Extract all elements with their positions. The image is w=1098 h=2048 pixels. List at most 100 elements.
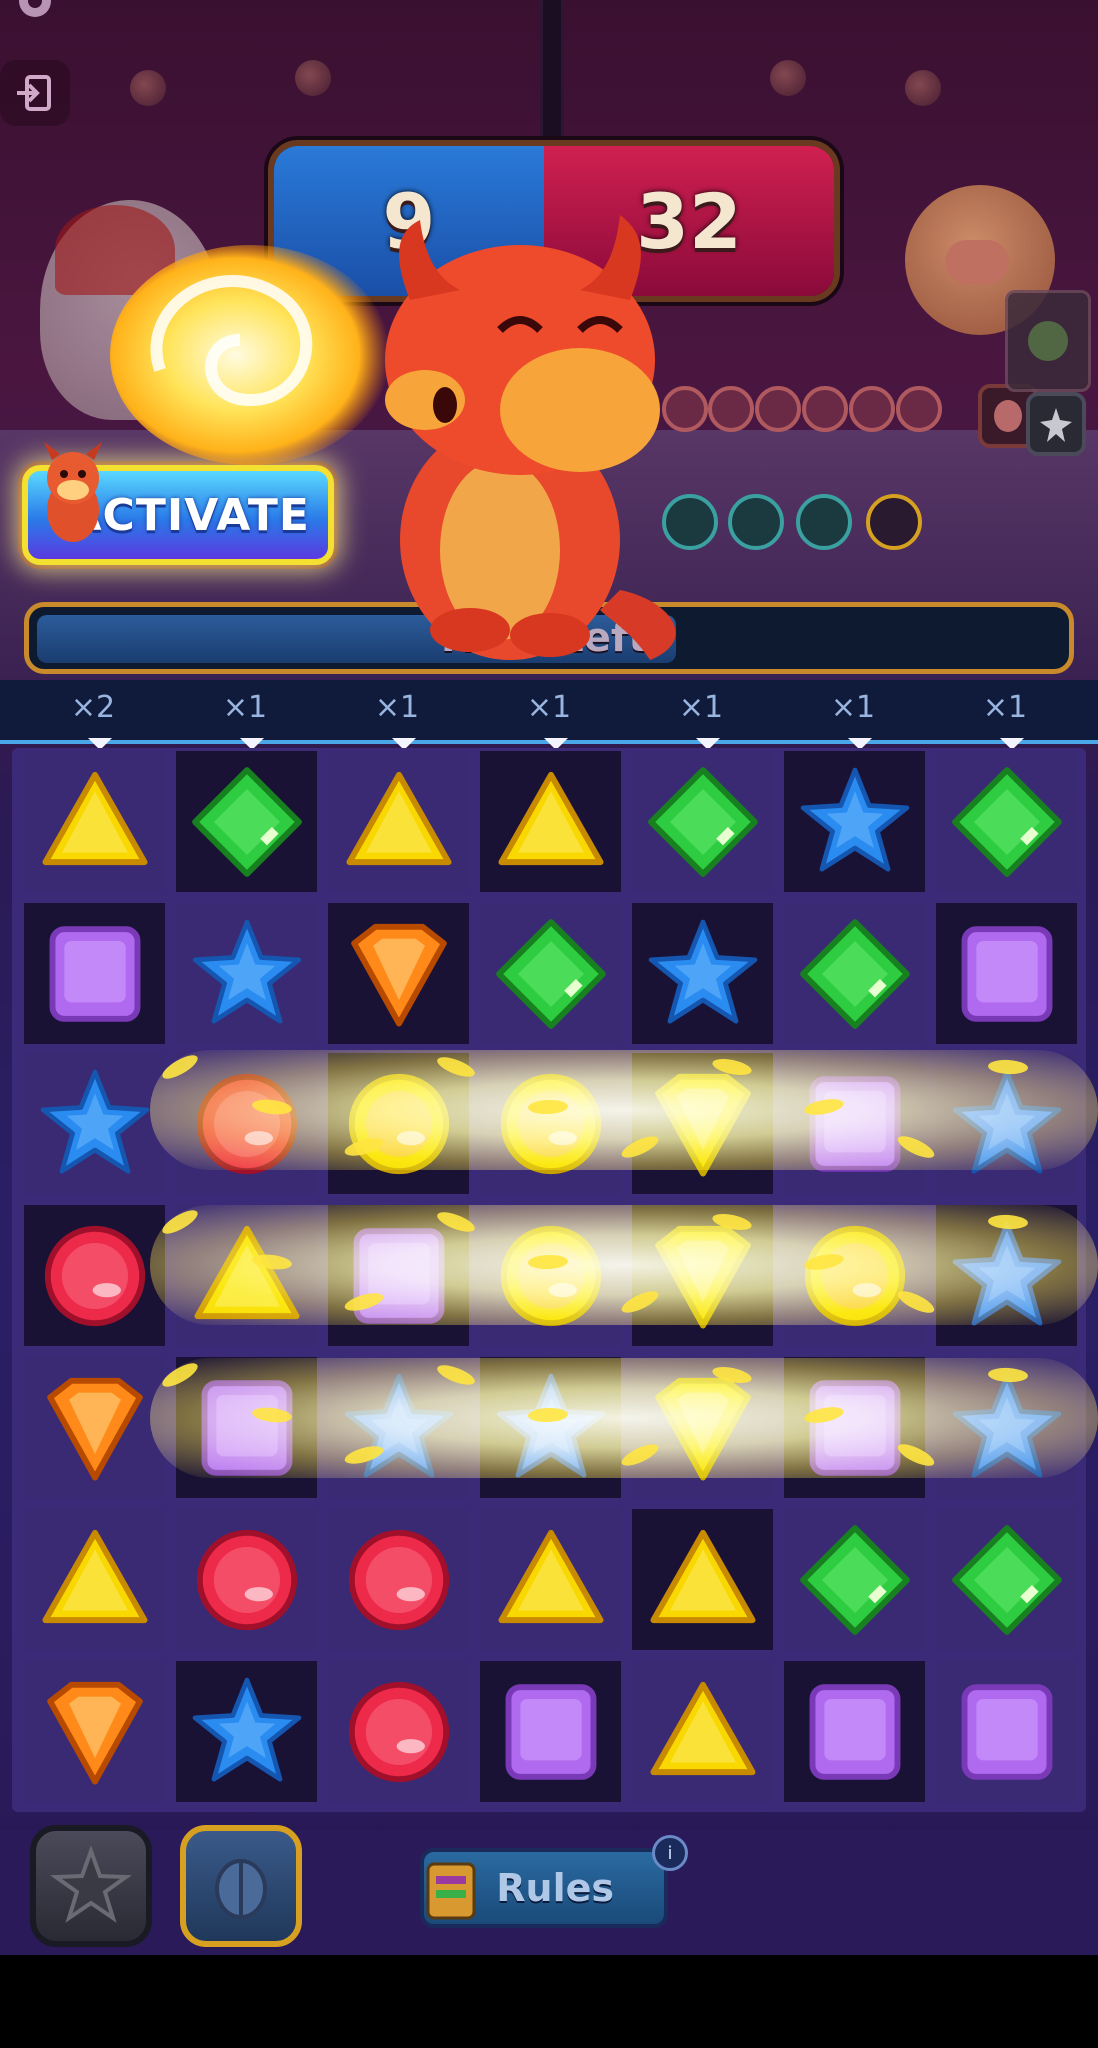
gem-cell[interactable] [176,903,317,1044]
column-multiplier-6: ×1 [830,690,876,725]
rules-book-icon [426,1862,476,1920]
triangle-yellow-gem-icon [497,1529,604,1623]
star-burst-powerup-button[interactable] [30,1825,152,1947]
gem-cell[interactable] [480,1205,621,1346]
gem-cell[interactable] [328,1053,469,1194]
rules-info-button[interactable]: i [652,1835,688,1871]
gem-cell[interactable] [328,1509,469,1650]
gem-cell[interactable] [176,1053,317,1194]
diamond-green-gem-icon [799,1524,910,1635]
gem-cell[interactable] [784,751,925,892]
circle-red-gem-icon [196,1073,297,1174]
square-purple-gem-icon [353,1227,444,1324]
column-multiplier-1: ×2 [70,690,116,725]
time-left-bar: Time Left: [24,602,1074,674]
gem-cell[interactable] [328,903,469,1044]
settings-button[interactable] [0,0,70,30]
gem-cell[interactable] [784,903,925,1044]
gem-cell[interactable] [480,751,621,892]
circle-red-gem-icon [44,1225,145,1326]
gem-cell[interactable] [480,1053,621,1194]
gem-cell[interactable] [176,751,317,892]
power-charge-dot [662,494,718,550]
opponent-score-panel: 32 [544,146,834,296]
gem-cell[interactable] [480,1509,621,1650]
gem-cell[interactable] [784,1205,925,1346]
power-charge-dot [796,494,852,550]
opponent-progress-dot [662,386,708,432]
star-blue-gem-icon [344,1373,453,1478]
exit-button[interactable] [0,60,70,126]
gem-cell[interactable] [632,1205,773,1346]
shield-yellow-gem-icon [654,1377,751,1481]
square-purple-gem-icon [809,1075,900,1172]
gem-cell[interactable] [632,1509,773,1650]
gem-cell[interactable] [176,1205,317,1346]
gem-cell[interactable] [632,1357,773,1498]
gem-cell[interactable] [936,1053,1077,1194]
shield-orange-gem-icon [46,1377,143,1481]
diamond-green-gem-icon [495,918,606,1029]
star-blue-gem-icon [952,1069,1061,1174]
rules-button[interactable]: Rules [420,1848,668,1928]
gem-cell[interactable] [24,1509,165,1650]
mini-dragon-icon [44,442,102,542]
triangle-yellow-gem-icon [41,771,148,865]
star-blue-gem-icon [648,919,757,1024]
triangle-yellow-gem-icon [193,1225,300,1319]
triangle-yellow-gem-icon [649,1681,756,1775]
gem-cell[interactable] [328,1357,469,1498]
gem-cell[interactable] [328,1205,469,1346]
gem-cell[interactable] [632,1661,773,1802]
scarab-powerup-button[interactable] [180,1825,302,1947]
player-score: 9 [382,176,436,266]
square-purple-gem-icon [961,925,1052,1022]
gem-cell[interactable] [24,1053,165,1194]
gem-cell[interactable] [784,1053,925,1194]
gem-cell[interactable] [480,1357,621,1498]
opponent-card-stack [1005,290,1091,392]
gem-cell[interactable] [784,1509,925,1650]
gem-cell[interactable] [936,1661,1077,1802]
gem-cell[interactable] [936,751,1077,892]
opponent-character-snout [945,240,1009,284]
gem-cell[interactable] [24,903,165,1044]
gem-cell[interactable] [328,1661,469,1802]
gem-cell[interactable] [328,751,469,892]
gem-cell[interactable] [176,1661,317,1802]
gem-cell[interactable] [176,1509,317,1650]
circle-yellow-gem-icon [804,1225,905,1326]
square-purple-gem-icon [961,1683,1052,1780]
circle-yellow-gem-icon [500,1225,601,1326]
gem-cell[interactable] [632,1053,773,1194]
star-blue-gem-icon [800,767,909,872]
opponent-progress-dot [896,386,942,432]
square-purple-gem-icon [809,1379,900,1476]
info-label: i [667,1842,673,1864]
gem-cell[interactable] [24,751,165,892]
gem-cell[interactable] [24,1357,165,1498]
scarab-icon [215,1859,267,1919]
opponent-powerup-stars [1026,392,1086,456]
stage-light [770,60,806,96]
gem-cell[interactable] [936,903,1077,1044]
gem-cell[interactable] [936,1205,1077,1346]
stage-light [295,60,331,96]
gem-cell[interactable] [24,1661,165,1802]
gem-cell[interactable] [784,1661,925,1802]
gem-cell[interactable] [784,1357,925,1498]
gem-cell[interactable] [632,903,773,1044]
column-multiplier-4: ×1 [526,690,572,725]
stage-light [905,70,941,106]
gem-cell[interactable] [480,1661,621,1802]
gem-cell[interactable] [632,751,773,892]
gem-cell[interactable] [24,1205,165,1346]
triangle-yellow-gem-icon [497,771,604,865]
gem-cell[interactable] [176,1357,317,1498]
exit-icon [17,75,51,111]
game-screen: 9 32 ACTIVATE Time Left: ×2 ×1 ×1 ×1 ×1 … [0,0,1098,2048]
opponent-progress-dot [802,386,848,432]
gem-cell[interactable] [936,1357,1077,1498]
gem-cell[interactable] [936,1509,1077,1650]
gem-cell[interactable] [480,903,621,1044]
